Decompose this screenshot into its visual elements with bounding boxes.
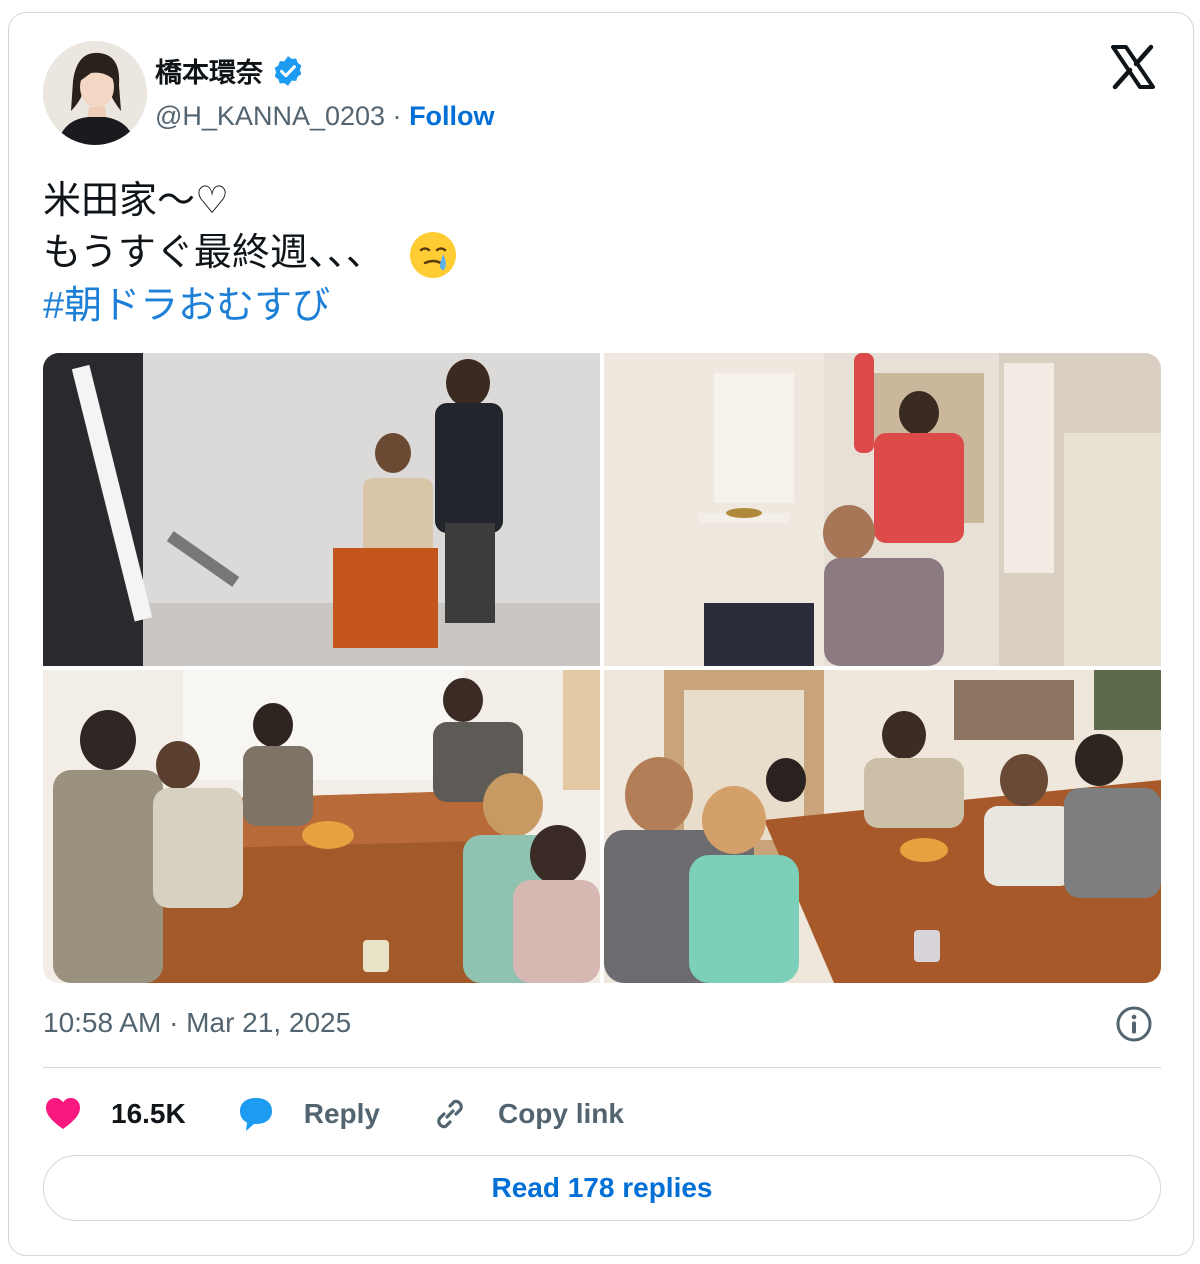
heart-icon	[46, 1098, 80, 1129]
tweet-line-1: 米田家〜♡	[43, 180, 230, 222]
follow-button[interactable]: Follow	[409, 101, 494, 131]
photo-table-group-2[interactable]	[604, 670, 1161, 983]
photo-studio-pose[interactable]	[43, 353, 600, 666]
tweet-card: 橋本環奈 @H_KANNA_0203 · Follow 米田家〜♡ もうすぐ最終…	[8, 12, 1194, 1256]
x-logo-icon[interactable]	[1109, 43, 1157, 91]
hashtag-link[interactable]: #朝ドラおむすび	[43, 280, 458, 332]
read-replies-button[interactable]: Read 178 replies	[43, 1155, 1161, 1221]
reply-button[interactable]: Reply	[236, 1094, 380, 1134]
photo-hallway-pose[interactable]	[604, 353, 1161, 666]
tweet-line-2-wrap: もうすぐ最終週、、、	[43, 227, 458, 280]
author-display-name[interactable]: 橋本環奈	[155, 51, 263, 90]
author-handle-row: @H_KANNA_0203 · Follow	[155, 101, 495, 132]
copy-link-button[interactable]: Copy link	[430, 1094, 624, 1134]
copy-link-label: Copy link	[497, 1098, 624, 1129]
avatar[interactable]	[43, 41, 147, 145]
like-count: 16.5K	[111, 1098, 186, 1129]
info-icon[interactable]	[1115, 1005, 1153, 1043]
tweet-text: 米田家〜♡ もうすぐ最終週、、、 #朝ドラおむすび	[43, 175, 458, 332]
avatar-image	[43, 41, 147, 145]
like-button[interactable]: 16.5K	[43, 1094, 186, 1134]
reply-bubble-icon	[239, 1098, 272, 1131]
tweet-line-2: もうすぐ最終週、、、	[43, 232, 384, 274]
verified-badge-icon	[274, 55, 302, 86]
action-bar: 16.5K Reply Copy link	[43, 1089, 674, 1139]
divider	[43, 1067, 1161, 1068]
link-icon	[437, 1099, 463, 1129]
handle-separator: ·	[392, 101, 402, 131]
media-grid[interactable]	[43, 353, 1161, 983]
author-name-row: 橋本環奈	[155, 51, 305, 90]
tweet-timestamp[interactable]: 10:58 AM · Mar 21, 2025	[43, 1007, 351, 1039]
photo-table-group-1[interactable]	[43, 670, 600, 983]
author-handle[interactable]: @H_KANNA_0203	[155, 101, 385, 131]
face-holding-back-tears-icon	[410, 231, 457, 278]
reply-label: Reply	[303, 1098, 380, 1129]
